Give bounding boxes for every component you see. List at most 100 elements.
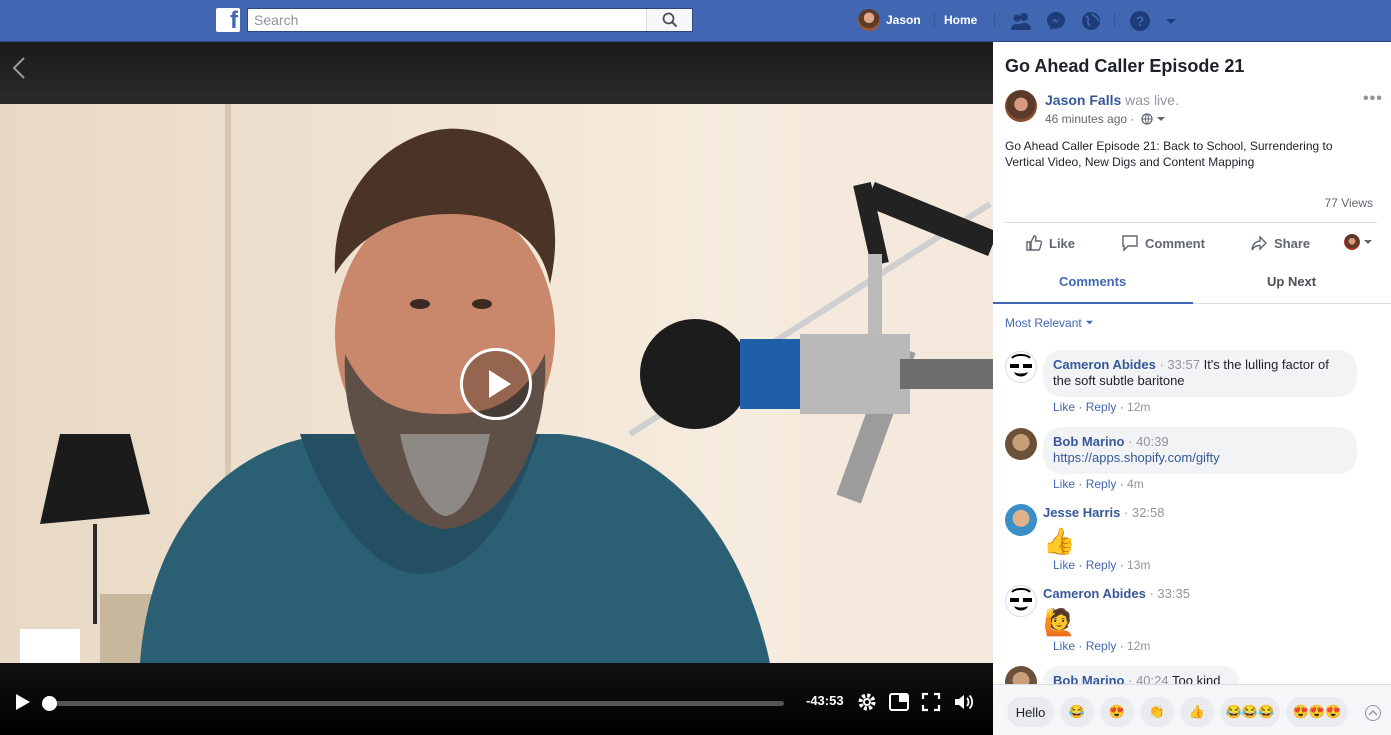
- avatar[interactable]: [1005, 585, 1037, 617]
- fullscreen-icon[interactable]: [920, 691, 942, 713]
- comment-label: Comment: [1145, 235, 1205, 251]
- comment-actions: Like · Reply · 12m: [1053, 400, 1151, 414]
- comment-author-link[interactable]: Jesse Harris: [1043, 505, 1120, 520]
- comment-timestamp-link[interactable]: 33:57: [1167, 357, 1200, 372]
- avatar: [1344, 234, 1360, 250]
- comment-reply-link[interactable]: Reply: [1086, 558, 1117, 572]
- thumbs-up-icon: [1026, 235, 1043, 251]
- nav-divider: [994, 12, 995, 28]
- share-label: Share: [1274, 235, 1311, 251]
- video-controls: [0, 663, 993, 735]
- avatar[interactable]: [1005, 351, 1037, 383]
- comment-age[interactable]: 4m: [1127, 477, 1144, 491]
- comment-actions: Like · Reply · 13m: [1053, 558, 1151, 572]
- pip-icon[interactable]: [888, 691, 910, 713]
- comment-reply-link[interactable]: Reply: [1086, 477, 1117, 491]
- comment-timestamp-link[interactable]: 40:39: [1136, 434, 1169, 449]
- comment-author-link[interactable]: Cameron Abides: [1053, 357, 1156, 372]
- post-timestamp: 46 minutes ago ·: [1045, 112, 1166, 126]
- comment-like-link[interactable]: Like: [1053, 400, 1075, 414]
- play-icon[interactable]: [11, 691, 33, 713]
- post-as-selector[interactable]: [1344, 234, 1379, 250]
- comment-author-link[interactable]: Cameron Abides: [1043, 586, 1146, 601]
- globe-icon[interactable]: [1080, 10, 1102, 32]
- comment-icon: [1122, 235, 1138, 252]
- help-icon[interactable]: ?: [1129, 10, 1151, 32]
- tab-up-next[interactable]: Up Next: [1267, 274, 1316, 289]
- search-button[interactable]: [646, 9, 692, 31]
- comment-like-link[interactable]: Like: [1053, 639, 1075, 653]
- comment-like-link[interactable]: Like: [1053, 558, 1075, 572]
- search-input[interactable]: [248, 9, 648, 31]
- chevron-down-icon[interactable]: [1156, 114, 1166, 124]
- comment-age[interactable]: 12m: [1127, 400, 1150, 414]
- video-player[interactable]: -43:53: [0, 42, 993, 735]
- author-name-link[interactable]: Jason Falls: [1045, 92, 1121, 108]
- post-title: Go Ahead Caller Episode 21: [1005, 56, 1245, 76]
- avatar[interactable]: [1005, 504, 1037, 536]
- avatar-face-icon: [1010, 588, 1032, 611]
- share-button[interactable]: Share: [1250, 234, 1310, 252]
- comment-url-link[interactable]: https://apps.shopify.com/gifty: [1053, 450, 1220, 465]
- nav-divider: [1114, 12, 1115, 28]
- live-status: was live.: [1125, 92, 1179, 108]
- play-overlay-button[interactable]: [460, 348, 532, 420]
- dropdown-icon[interactable]: [1160, 10, 1182, 32]
- top-navigation-bar: f Jason Home ?: [0, 0, 1391, 42]
- settings-icon[interactable]: [856, 691, 878, 713]
- more-options-icon[interactable]: •••: [1363, 90, 1383, 108]
- quick-reply-chip[interactable]: 😂😂😂: [1220, 697, 1280, 727]
- comment-bubble: Cameron Abides · 33:57 It's the lulling …: [1043, 350, 1357, 397]
- chevron-down-icon: [1364, 240, 1372, 244]
- quick-reply-chip[interactable]: 😍😍😍: [1286, 697, 1348, 727]
- avatar[interactable]: [1005, 428, 1037, 460]
- comment-reply-link[interactable]: Reply: [1086, 400, 1117, 414]
- quick-reply-chip[interactable]: 👍: [1180, 697, 1214, 727]
- comment-like-link[interactable]: Like: [1053, 477, 1075, 491]
- friends-icon[interactable]: [1010, 10, 1032, 32]
- comment-timestamp-link[interactable]: 32:58: [1132, 505, 1165, 520]
- comment-actions: Like · Reply · 12m: [1053, 639, 1151, 653]
- avatar-face-icon: [1010, 354, 1032, 377]
- comment-emoji: 🙋: [1043, 607, 1076, 637]
- comment-author-link[interactable]: Bob Marino: [1053, 434, 1125, 449]
- progress-handle[interactable]: [42, 696, 57, 711]
- sort-dropdown[interactable]: Most Relevant: [1005, 316, 1094, 330]
- active-tab-indicator: [993, 302, 1193, 304]
- tab-comments[interactable]: Comments: [1059, 274, 1126, 289]
- avatar[interactable]: [1005, 90, 1037, 122]
- comment-bubble: Bob Marino · 40:39 https://apps.shopify.…: [1043, 427, 1357, 474]
- home-link[interactable]: Home: [944, 13, 977, 27]
- sort-label: Most Relevant: [1005, 316, 1082, 330]
- messenger-icon[interactable]: [1045, 10, 1067, 32]
- chevron-up-icon: [1368, 709, 1378, 716]
- quick-reply-chip[interactable]: 😂: [1060, 697, 1094, 727]
- quick-reply-bar: Hello 😂 😍 👏 👍 😂😂😂 😍😍😍: [993, 684, 1391, 735]
- comment-reply-link[interactable]: Reply: [1086, 639, 1117, 653]
- globe-icon: [1141, 113, 1153, 125]
- like-button[interactable]: Like: [1025, 234, 1075, 252]
- chevron-left-icon[interactable]: [12, 56, 26, 80]
- facebook-logo-icon[interactable]: f: [216, 7, 240, 34]
- avatar: [858, 9, 880, 31]
- divider: [1005, 222, 1377, 223]
- comment-actions: Like · Reply · 4m: [1053, 477, 1144, 491]
- profile-link[interactable]: Jason: [858, 9, 921, 31]
- comment-age[interactable]: 13m: [1127, 558, 1150, 572]
- progress-bar[interactable]: [42, 696, 784, 711]
- quick-reply-chip[interactable]: 😍: [1100, 697, 1134, 727]
- comment-header: Jesse Harris · 32:58: [1043, 505, 1165, 520]
- volume-icon[interactable]: [953, 691, 975, 713]
- profile-name: Jason: [886, 13, 921, 27]
- collapse-quick-replies-button[interactable]: [1365, 705, 1381, 721]
- quick-reply-chip[interactable]: 👏: [1140, 697, 1174, 727]
- comment-timestamp-link[interactable]: 33:35: [1157, 586, 1190, 601]
- comment-header: Cameron Abides · 33:35: [1043, 586, 1190, 601]
- comment-button[interactable]: Comment: [1121, 234, 1205, 252]
- posted-time[interactable]: 46 minutes ago ·: [1045, 112, 1134, 126]
- like-label: Like: [1049, 235, 1076, 251]
- quick-reply-chip[interactable]: Hello: [1007, 697, 1054, 727]
- comment-age[interactable]: 12m: [1127, 639, 1150, 653]
- post-panel: Go Ahead Caller Episode 21 Jason Falls w…: [993, 42, 1391, 735]
- video-top-bar: [0, 42, 993, 104]
